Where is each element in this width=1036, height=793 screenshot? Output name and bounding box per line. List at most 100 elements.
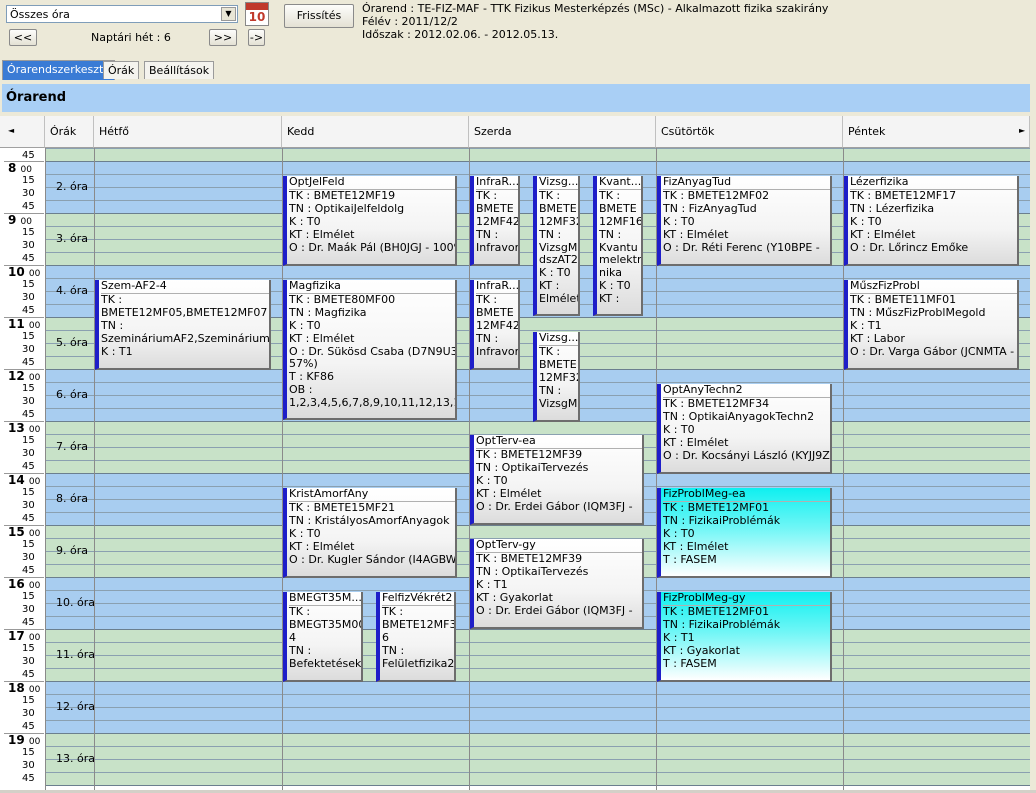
event-card-muszfiz[interactable]: MűszFizProbl TK : BMETE11MF01 TN : MűszFiz… <box>844 280 1019 370</box>
event-detail: TN : FizikaiProblémák <box>663 513 781 527</box>
chevron-down-icon[interactable]: ▼ <box>221 7 236 21</box>
event-detail: TN : <box>476 331 499 345</box>
time-min-label: 30 <box>22 448 35 459</box>
time-min-label: 45 <box>22 201 35 212</box>
filter-select[interactable]: Összes óra ▼ <box>6 5 238 23</box>
event-detail: TN : Lézerfizika <box>850 201 935 215</box>
event-detail: TK : <box>476 188 498 202</box>
time-hour-line <box>4 421 44 422</box>
prev-week-button[interactable]: << <box>9 29 37 46</box>
event-title: Magfizika <box>289 280 455 294</box>
row-line <box>45 655 1030 656</box>
event-detail: O : Dr. Erdei Gábor (IQM3FJ - <box>476 603 633 617</box>
column-divider <box>94 148 95 793</box>
time-min-label: 15 <box>22 643 35 654</box>
event-card-fizanyag[interactable]: FizAnyagTud TK : BMETE12MF02 TN : FizAnyag… <box>657 176 832 266</box>
event-card-optterv1[interactable]: OptTerv-ea TK : BMETE12MF39 TN : OptikaiTe… <box>470 435 644 525</box>
event-card-kvant[interactable]: Kvant... TK : BMETE 12MF16 TN : Kvantu melektr… <box>593 176 643 316</box>
event-detail: Elmélet <box>539 292 580 306</box>
time-min-label: 45 <box>22 617 35 628</box>
event-detail: TK : BMETE80MF00 <box>289 292 396 306</box>
time-hour-label: 9 00 <box>8 213 32 227</box>
time-min-label: 45 <box>22 773 35 784</box>
event-card-fizpro1[interactable]: FizProblMeg-ea TK : BMETE12MF01 TN : Fizik… <box>657 488 832 578</box>
event-card-infra1[interactable]: InfraR... TK : BMETE 12MF42 TN : Infravor <box>470 176 520 266</box>
event-detail: O : Dr. Kugler Sándor (I4AGBW - <box>289 552 457 566</box>
calendar-icon[interactable]: 10 <box>245 2 269 26</box>
event-card-felfiz[interactable]: FelfizVékrét2 TK : BMETE12MF3 6 TN : Felületf… <box>376 592 456 682</box>
event-detail: O : Dr. Kocsányi László (KYJJ9Z - <box>663 448 832 462</box>
top-toolbar: Összes óra ▼ 10 Frissítés << Naptári hét… <box>0 0 1036 60</box>
next-week-button[interactable]: >> <box>209 29 237 46</box>
scroll-right-icon[interactable]: ► <box>1019 126 1025 135</box>
event-detail: BMETE <box>476 201 514 215</box>
event-detail: TK : <box>539 188 561 202</box>
event-detail: K : T1 <box>850 318 882 332</box>
timetable-grid[interactable]: ◄ Órák Hétfő Kedd Szerda Csütörtök Pénte… <box>0 116 1030 793</box>
time-min-label: 30 <box>22 708 35 719</box>
time-hour-label: 10 00 <box>8 265 41 279</box>
event-detail: KT : Elmélet <box>663 539 729 553</box>
time-min-label: 45 <box>22 513 35 524</box>
row-line <box>45 720 1030 721</box>
event-title: FelfizVékrét2 <box>382 592 454 606</box>
refresh-button[interactable]: Frissítés <box>284 4 354 28</box>
header-csutortok: Csütörtök <box>656 116 843 148</box>
event-title: FizProblMeg-ea <box>663 488 830 502</box>
tab-orak[interactable]: Órák <box>103 61 140 79</box>
event-detail: K : T0 <box>663 526 695 540</box>
tab-orarendszerkeszto[interactable]: Órarendszerkesztő <box>2 60 116 80</box>
time-hour-label: 12 00 <box>8 369 41 383</box>
period-label: 2. óra <box>56 180 88 193</box>
time-min-label: 15 <box>22 695 35 706</box>
last-week-button[interactable]: -> <box>248 29 265 46</box>
period-label: 6. óra <box>56 388 88 401</box>
event-card-optany[interactable]: OptAnyTechn2 TK : BMETE12MF34 TN : Optikai… <box>657 384 832 474</box>
event-detail: BMETE12MF05,BMETE12MF07 <box>101 305 268 319</box>
header-pentek: Péntek <box>843 116 1030 148</box>
event-card-optjelfeld[interactable]: OptJelFeld TK : BMETE12MF19 TN : OptikaiJe… <box>283 176 457 266</box>
event-detail: 12MF42 <box>476 214 520 228</box>
event-detail: KT : Elmélet <box>289 227 355 241</box>
header-corner <box>0 116 45 148</box>
time-hour-label: 17 00 <box>8 629 41 643</box>
header-orak: Órák <box>45 116 94 148</box>
period-label: 3. óra <box>56 232 88 245</box>
event-detail: KT : Gyakorlat <box>476 590 553 604</box>
time-min-label: 30 <box>22 188 35 199</box>
event-card-szem[interactable]: Szem-AF2-4 TK : BMETE12MF05,BMETE12MF07 TN … <box>95 280 271 370</box>
event-detail: TN : OptikaiTervezés <box>476 460 589 474</box>
event-detail: O : Dr. Erdei Gábor (IQM3FJ - <box>476 499 633 513</box>
event-title: Szem-AF2-4 <box>101 280 269 294</box>
row-line <box>45 759 1030 760</box>
event-detail: KT : <box>599 292 620 306</box>
semester-info: Félév : 2011/12/2 <box>362 15 458 28</box>
time-min-label: 30 <box>22 656 35 667</box>
event-detail: TN : <box>289 643 312 657</box>
time-min-label: 30 <box>22 500 35 511</box>
event-card-fizpro2[interactable]: FizProblMeg-gy TK : BMETE12MF01 TN : Fizik… <box>657 592 832 682</box>
event-detail: BMETE <box>539 357 577 371</box>
scroll-left-icon[interactable]: ◄ <box>8 126 14 135</box>
event-detail: T : KF86 <box>289 370 334 384</box>
event-card-vizsg2[interactable]: Vizsg... TK : BMETE 12MF32 TN : VizsgMó <box>533 332 580 422</box>
tab-beallitasok[interactable]: Beállítások <box>144 61 215 79</box>
event-card-optterv2[interactable]: OptTerv-gy TK : BMETE12MF39 TN : OptikaiTe… <box>470 539 644 629</box>
event-card-krist[interactable]: KristAmorfAny TK : BMETE15MF21 TN : Kristá… <box>283 488 457 578</box>
event-card-lezer[interactable]: Lézerfizika TK : BMETE12MF17 TN : Lézerfiz… <box>844 176 1019 266</box>
event-card-vizsg1[interactable]: Vizsg... TK : BMETE 12MF32 TN : VizsgMó dszAT2… <box>533 176 580 316</box>
row-line <box>45 668 1030 669</box>
row-line <box>45 733 1030 734</box>
event-card-infra2[interactable]: InfraR... TK : BMETE 12MF42 TN : Infravor <box>470 280 520 370</box>
period-label: 4. óra <box>56 284 88 297</box>
time-min-label: 45 <box>22 357 35 368</box>
row-line <box>45 629 1030 630</box>
event-title: Lézerfizika <box>850 176 1017 190</box>
event-detail: TN : Magfizika <box>289 305 367 319</box>
time-hour-line <box>4 317 44 318</box>
row-line <box>45 148 1030 149</box>
band-0745 <box>45 148 1030 161</box>
event-card-bmegt[interactable]: BMEGT35M... TK : BMEGT35M00 4 TN : Befektetés… <box>283 592 363 682</box>
event-card-magfiz[interactable]: Magfizika TK : BMETE80MF00 TN : Magfizika K… <box>283 280 457 420</box>
event-title: Vizsg... <box>539 332 579 346</box>
